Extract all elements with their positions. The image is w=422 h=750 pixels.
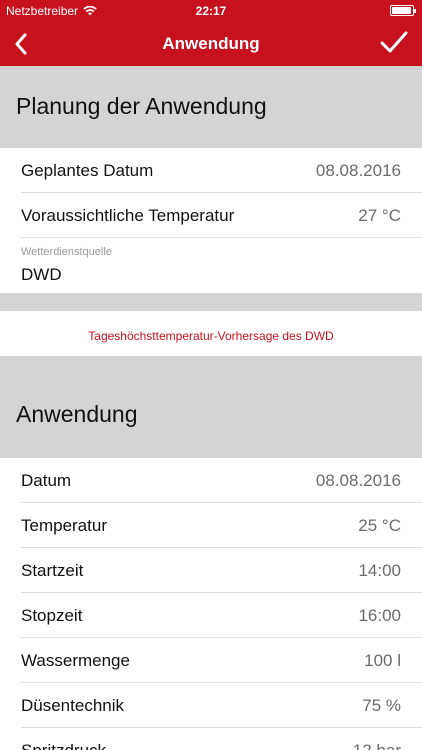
planned-date-row[interactable]: Geplantes Datum 08.08.2016: [0, 148, 422, 193]
row-value: 08.08.2016: [315, 161, 401, 180]
date-row[interactable]: Datum 08.08.2016: [0, 458, 422, 503]
row-value: 16:00: [358, 606, 401, 625]
nozzle-technique-row[interactable]: Düsentechnik 75 %: [0, 683, 422, 728]
weather-source-value: DWD: [21, 265, 62, 284]
stop-time-row[interactable]: Stopzeit 16:00: [0, 593, 422, 638]
row-label: Wassermenge: [21, 651, 130, 670]
application-section-header: Anwendung: [0, 356, 422, 458]
row-value: 08.08.2016: [315, 471, 401, 490]
row-label: Voraussichtliche Temperatur: [21, 206, 235, 225]
weather-source-row[interactable]: Wetterdienstquelle DWD: [0, 238, 422, 293]
row-value: 25 °C: [358, 516, 401, 535]
section-spacer: [0, 293, 422, 311]
row-value: 100 l: [364, 651, 401, 670]
planning-group: Geplantes Datum 08.08.2016 Voraussichtli…: [0, 148, 422, 293]
row-value: 27 °C: [358, 206, 401, 225]
spray-pressure-row[interactable]: Spritzdruck 12 bar: [0, 728, 422, 750]
page-title: Anwendung: [162, 34, 260, 53]
navigation-bar: Anwendung: [0, 22, 422, 66]
row-label: Startzeit: [21, 561, 84, 580]
status-bar: Netzbetreiber 22:17: [0, 0, 422, 22]
row-label: Geplantes Datum: [21, 161, 154, 180]
row-value: 12 bar: [353, 741, 401, 750]
row-label: Spritzdruck: [21, 741, 106, 750]
row-label: Stopzeit: [21, 606, 83, 625]
application-heading: Anwendung: [16, 401, 138, 427]
battery-icon: [390, 5, 416, 16]
top-bar: Netzbetreiber 22:17 Anwendung: [0, 0, 422, 66]
row-label: Datum: [21, 471, 72, 490]
row-value: 75 %: [362, 696, 401, 715]
status-time: 22:17: [195, 4, 227, 18]
application-group: Datum 08.08.2016 Temperatur 25 °C Startz…: [0, 458, 422, 750]
forecast-note: Tageshöchsttemperatur-Vorhersage des DWD: [0, 311, 422, 356]
expected-temperature-row[interactable]: Voraussichtliche Temperatur 27 °C: [0, 193, 422, 238]
forecast-note-text: Tageshöchsttemperatur-Vorhersage des DWD: [88, 329, 334, 343]
weather-source-label: Wetterdienstquelle: [21, 246, 112, 258]
water-amount-row[interactable]: Wassermenge 100 l: [0, 638, 422, 683]
confirm-button[interactable]: [378, 28, 410, 58]
temperature-row[interactable]: Temperatur 25 °C: [0, 503, 422, 548]
row-label: Temperatur: [21, 516, 107, 535]
checkmark-icon: [380, 31, 408, 53]
start-time-row[interactable]: Startzeit 14:00: [0, 548, 422, 593]
planning-heading: Planung der Anwendung: [16, 93, 267, 119]
row-label: Düsentechnik: [21, 696, 125, 715]
planning-section-header: Planung der Anwendung: [0, 66, 422, 148]
row-value: 14:00: [358, 561, 401, 580]
